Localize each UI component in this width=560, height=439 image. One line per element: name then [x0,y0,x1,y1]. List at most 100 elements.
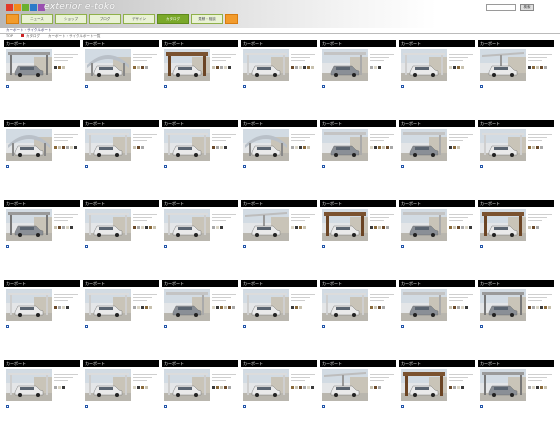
product-title[interactable]: カーポート [478,280,554,287]
compare-checkbox[interactable] [85,324,89,328]
product-title[interactable]: カーポート [241,120,317,127]
product-title[interactable]: カーポート [399,120,475,127]
checkbox-icon[interactable] [164,404,167,408]
checkbox-icon[interactable] [85,404,88,408]
compare-checkbox[interactable] [6,324,10,328]
product-card[interactable]: カーポート [83,360,159,438]
product-card[interactable]: カーポート [320,120,396,198]
product-title[interactable]: カーポート [162,360,238,367]
checkbox-icon[interactable] [480,84,483,88]
checkbox-icon[interactable] [243,244,246,248]
nav-tab[interactable]: 見積・相談 [191,14,223,24]
product-card[interactable]: カーポート [83,200,159,278]
checkbox-icon[interactable] [243,404,246,408]
product-photo[interactable] [6,49,52,81]
nav-icon-tab[interactable] [6,14,19,24]
product-photo[interactable] [401,49,447,81]
compare-checkbox[interactable] [6,244,10,248]
checkbox-icon[interactable] [401,324,404,328]
compare-checkbox[interactable] [401,84,405,88]
product-photo[interactable] [401,129,447,161]
product-card[interactable]: カーポート [241,40,317,118]
product-title[interactable]: カーポート [399,200,475,207]
product-photo[interactable] [322,289,368,321]
product-card[interactable]: カーポート [162,40,238,118]
product-title[interactable]: カーポート [241,40,317,47]
product-photo[interactable] [243,49,289,81]
compare-checkbox[interactable] [164,324,168,328]
product-title[interactable]: カーポート [83,40,159,47]
product-card[interactable]: カーポート [162,200,238,278]
product-title[interactable]: カーポート [4,120,80,127]
nav-icon-tab[interactable] [225,14,238,24]
product-card[interactable]: カーポート [241,200,317,278]
product-photo[interactable] [85,369,131,401]
product-card[interactable]: カーポート [83,40,159,118]
product-card[interactable]: カーポート [83,280,159,358]
product-card[interactable]: カーポート [4,120,80,198]
checkbox-icon[interactable] [322,324,325,328]
product-title[interactable]: カーポート [478,40,554,47]
product-title[interactable]: カーポート [320,200,396,207]
product-card[interactable]: カーポート [320,40,396,118]
checkbox-icon[interactable] [401,164,404,168]
compare-checkbox[interactable] [401,164,405,168]
checkbox-icon[interactable] [480,324,483,328]
compare-checkbox[interactable] [480,324,484,328]
product-photo[interactable] [243,289,289,321]
compare-checkbox[interactable] [322,404,326,408]
product-title[interactable]: カーポート [4,360,80,367]
compare-checkbox[interactable] [243,404,247,408]
breadcrumb-item[interactable]: TOP [6,34,13,38]
product-title[interactable]: カーポート [478,360,554,367]
compare-checkbox[interactable] [85,84,89,88]
compare-checkbox[interactable] [243,164,247,168]
product-card[interactable]: カーポート [320,200,396,278]
product-photo[interactable] [6,289,52,321]
product-card[interactable]: カーポート [162,280,238,358]
product-title[interactable]: カーポート [399,40,475,47]
product-card[interactable]: カーポート [162,120,238,198]
compare-checkbox[interactable] [164,84,168,88]
product-title[interactable]: カーポート [241,280,317,287]
product-card[interactable]: カーポート [478,200,554,278]
checkbox-icon[interactable] [243,324,246,328]
checkbox-icon[interactable] [6,324,9,328]
compare-checkbox[interactable] [85,244,89,248]
compare-checkbox[interactable] [85,404,89,408]
product-card[interactable]: カーポート [399,40,475,118]
product-title[interactable]: カーポート [320,280,396,287]
product-card[interactable]: カーポート [399,280,475,358]
product-photo[interactable] [243,369,289,401]
compare-checkbox[interactable] [243,244,247,248]
product-title[interactable]: カーポート [320,120,396,127]
compare-checkbox[interactable] [243,324,247,328]
compare-checkbox[interactable] [401,404,405,408]
product-title[interactable]: カーポート [162,40,238,47]
product-title[interactable]: カーポート [4,200,80,207]
product-title[interactable]: カーポート [4,280,80,287]
product-card[interactable]: カーポート [241,280,317,358]
product-photo[interactable] [164,209,210,241]
compare-checkbox[interactable] [164,164,168,168]
product-title[interactable]: カーポート [320,360,396,367]
product-title[interactable]: カーポート [83,120,159,127]
product-title[interactable]: カーポート [241,200,317,207]
product-photo[interactable] [401,209,447,241]
checkbox-icon[interactable] [164,244,167,248]
product-card[interactable]: カーポート [4,280,80,358]
product-photo[interactable] [6,209,52,241]
product-title[interactable]: カーポート [399,280,475,287]
search-input[interactable] [486,4,516,11]
product-card[interactable]: カーポート [4,40,80,118]
checkbox-icon[interactable] [322,164,325,168]
nav-tab[interactable]: ニュース [21,14,53,24]
product-photo[interactable] [164,49,210,81]
compare-checkbox[interactable] [85,164,89,168]
product-title[interactable]: カーポート [241,360,317,367]
compare-checkbox[interactable] [322,84,326,88]
product-photo[interactable] [6,129,52,161]
product-photo[interactable] [164,289,210,321]
product-title[interactable]: カーポート [478,120,554,127]
product-title[interactable]: カーポート [83,280,159,287]
